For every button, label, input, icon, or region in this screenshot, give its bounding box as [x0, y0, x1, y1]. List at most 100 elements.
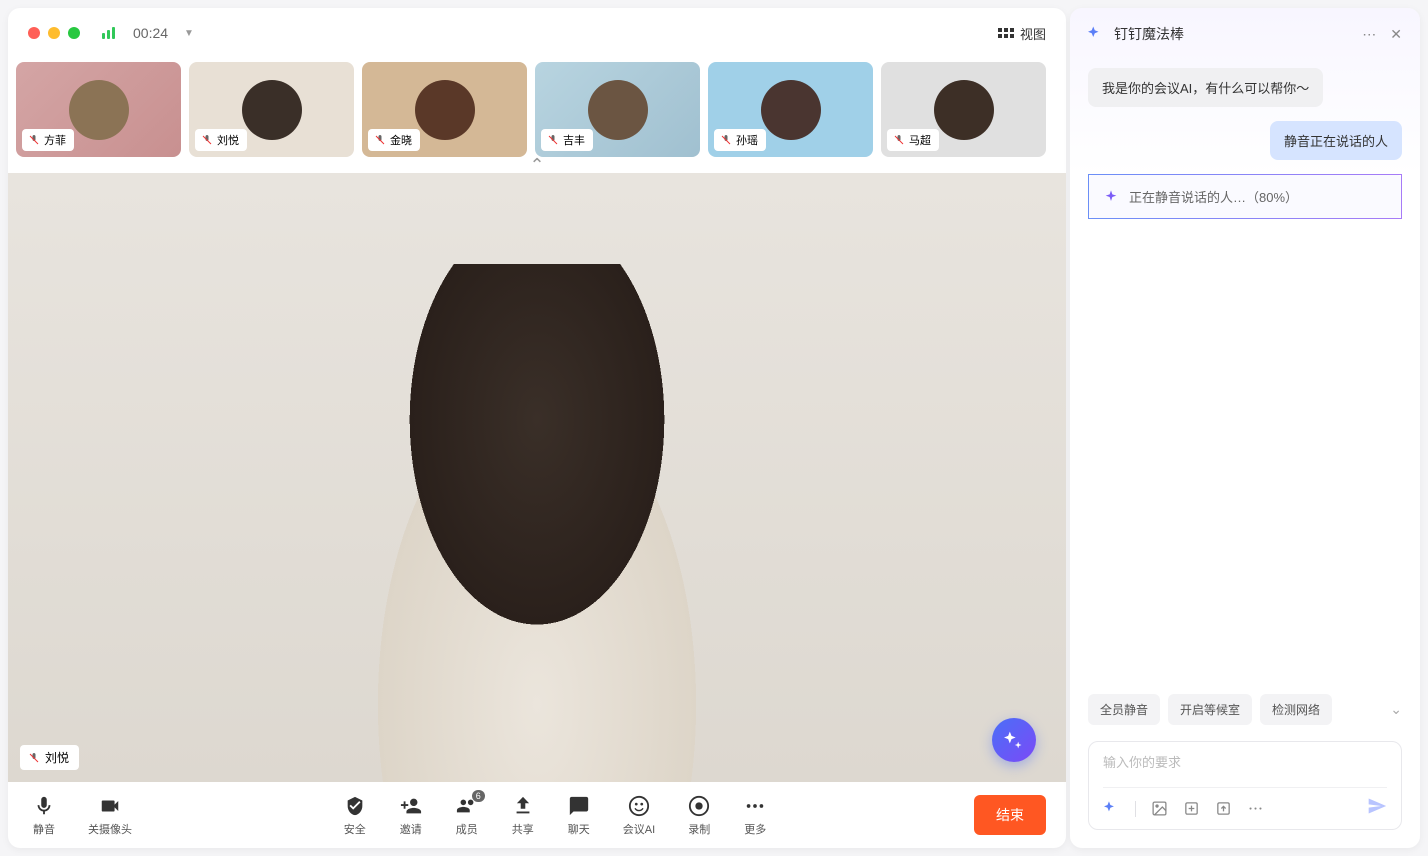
panel-actions: ⋯ ✕	[1362, 26, 1402, 43]
participant-thumbnail[interactable]: 孙瑶	[708, 62, 873, 157]
members-label: 成员	[456, 821, 478, 837]
camera-icon	[98, 794, 122, 818]
mic-muted-icon	[720, 134, 732, 146]
participant-thumbnail[interactable]: 方菲	[16, 62, 181, 157]
quick-action-network[interactable]: 检测网络	[1260, 694, 1332, 725]
window-controls	[28, 27, 80, 39]
send-button[interactable]	[1367, 796, 1387, 821]
mute-label: 静音	[33, 821, 55, 837]
timer-dropdown-icon[interactable]: ▼	[184, 28, 194, 39]
ai-button[interactable]: 会议AI	[619, 790, 659, 841]
video-conference-main: 00:24 ▼ 视图 方菲 刘悦	[8, 8, 1066, 848]
participant-thumbnail[interactable]: 刘悦	[189, 62, 354, 157]
security-button[interactable]: 安全	[339, 790, 371, 841]
shield-icon	[343, 794, 367, 818]
camera-button[interactable]: 关摄像头	[84, 790, 136, 841]
mic-muted-icon	[547, 134, 559, 146]
toolbar-divider	[1135, 801, 1136, 817]
record-button[interactable]: 录制	[683, 790, 715, 841]
close-window-button[interactable]	[28, 27, 40, 39]
ai-assistant-float-button[interactable]	[992, 718, 1036, 762]
upload-tool-icon[interactable]	[1214, 800, 1232, 818]
members-icon: 6	[455, 794, 479, 818]
top-bar-left: 00:24 ▼	[28, 25, 194, 41]
wand-tool-icon[interactable]	[1103, 800, 1121, 818]
quick-actions-row: 全员静音 开启等候室 检测网络 ⌄	[1070, 686, 1420, 733]
controls-left-group: 静音 关摄像头	[28, 790, 136, 841]
record-icon	[687, 794, 711, 818]
participant-name: 马超	[909, 132, 931, 148]
members-button[interactable]: 6 成员	[451, 790, 483, 841]
participant-thumbnail[interactable]: 马超	[881, 62, 1046, 157]
participant-name: 金晓	[390, 132, 412, 148]
more-tools-icon[interactable]	[1246, 800, 1264, 818]
more-label: 更多	[744, 821, 766, 837]
panel-title: 钉钉魔法棒	[1114, 24, 1184, 44]
quick-action-waiting-room[interactable]: 开启等候室	[1168, 694, 1252, 725]
top-bar: 00:24 ▼ 视图	[8, 8, 1066, 58]
collapse-thumbnails-button[interactable]: ⌃	[8, 157, 1066, 173]
controls-center-group: 安全 邀请 6 成员 共享 聊天	[339, 790, 771, 841]
view-toggle[interactable]: 视图	[998, 24, 1046, 43]
input-placeholder: 输入你的要求	[1103, 752, 1387, 787]
record-label: 录制	[688, 821, 710, 837]
main-speaker-name-tag: 刘悦	[20, 745, 79, 770]
share-button[interactable]: 共享	[507, 790, 539, 841]
magic-wand-icon	[1088, 25, 1106, 43]
microphone-icon	[32, 794, 56, 818]
participant-name-tag: 吉丰	[541, 129, 593, 151]
more-button[interactable]: 更多	[739, 790, 771, 841]
participant-thumbnail[interactable]: 金晓	[362, 62, 527, 157]
participant-thumbnail[interactable]: 吉丰	[535, 62, 700, 157]
ai-progress-box: 正在静音说话的人…（80%）	[1088, 174, 1402, 219]
ai-chat-area: 我是你的会议AI，有什么可以帮你～ 静音正在说话的人 正在静音说话的人…（80%…	[1070, 60, 1420, 686]
panel-close-button[interactable]: ✕	[1390, 26, 1402, 43]
quick-actions-expand-icon[interactable]: ⌄	[1390, 701, 1402, 718]
participants-thumbnails: 方菲 刘悦 金晓 吉丰	[8, 58, 1066, 157]
camera-label: 关摄像头	[88, 821, 132, 837]
quick-action-mute-all[interactable]: 全员静音	[1088, 694, 1160, 725]
participant-name-tag: 马超	[887, 129, 939, 151]
view-label: 视图	[1020, 24, 1046, 43]
participant-name: 吉丰	[563, 132, 585, 148]
panel-more-button[interactable]: ⋯	[1362, 26, 1376, 43]
ai-input-area[interactable]: 输入你的要求	[1088, 741, 1402, 830]
invite-button[interactable]: 邀请	[395, 790, 427, 841]
mic-muted-icon	[28, 752, 40, 764]
call-timer: 00:24	[133, 25, 168, 41]
mic-muted-icon	[201, 134, 213, 146]
progress-text: 正在静音说话的人…（80%）	[1129, 187, 1298, 206]
chat-button[interactable]: 聊天	[563, 790, 595, 841]
attachment-tool-icon[interactable]	[1182, 800, 1200, 818]
panel-header: 钉钉魔法棒 ⋯ ✕	[1070, 8, 1420, 60]
user-message-bubble: 静音正在说话的人	[1270, 121, 1402, 160]
security-label: 安全	[344, 821, 366, 837]
ai-label: 会议AI	[623, 821, 655, 837]
members-count-badge: 6	[472, 790, 485, 802]
main-speaker-video	[8, 173, 1066, 782]
sparkle-icon	[1103, 189, 1119, 205]
minimize-window-button[interactable]	[48, 27, 60, 39]
main-video-area: 刘悦	[8, 173, 1066, 782]
main-speaker-name: 刘悦	[45, 749, 69, 766]
invite-label: 邀请	[400, 821, 422, 837]
participant-name-tag: 孙瑶	[714, 129, 766, 151]
mute-button[interactable]: 静音	[28, 790, 60, 841]
signal-strength-icon	[102, 27, 115, 39]
ai-assistant-panel: 钉钉魔法棒 ⋯ ✕ 我是你的会议AI，有什么可以帮你～ 静音正在说话的人 正在静…	[1070, 8, 1420, 848]
grid-view-icon	[998, 28, 1014, 38]
mic-muted-icon	[893, 134, 905, 146]
more-icon	[743, 794, 767, 818]
end-call-button[interactable]: 结束	[974, 795, 1046, 835]
maximize-window-button[interactable]	[68, 27, 80, 39]
chat-icon	[567, 794, 591, 818]
image-tool-icon[interactable]	[1150, 800, 1168, 818]
chat-label: 聊天	[568, 821, 590, 837]
participant-name: 刘悦	[217, 132, 239, 148]
share-icon	[511, 794, 535, 818]
participant-name-tag: 金晓	[368, 129, 420, 151]
mic-muted-icon	[374, 134, 386, 146]
participant-name-tag: 刘悦	[195, 129, 247, 151]
ai-message-bubble: 我是你的会议AI，有什么可以帮你～	[1088, 68, 1323, 107]
panel-title-group: 钉钉魔法棒	[1088, 24, 1184, 44]
